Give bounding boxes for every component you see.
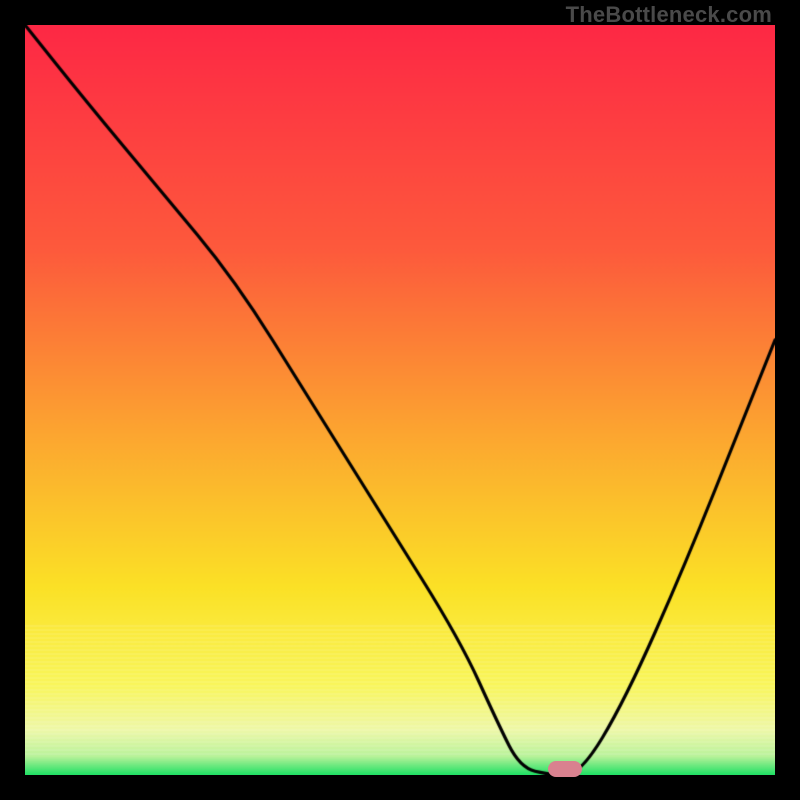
chart-plot-area (25, 25, 775, 775)
chart-curve (25, 25, 775, 775)
chart-frame (25, 25, 775, 775)
chart-marker (548, 761, 582, 777)
